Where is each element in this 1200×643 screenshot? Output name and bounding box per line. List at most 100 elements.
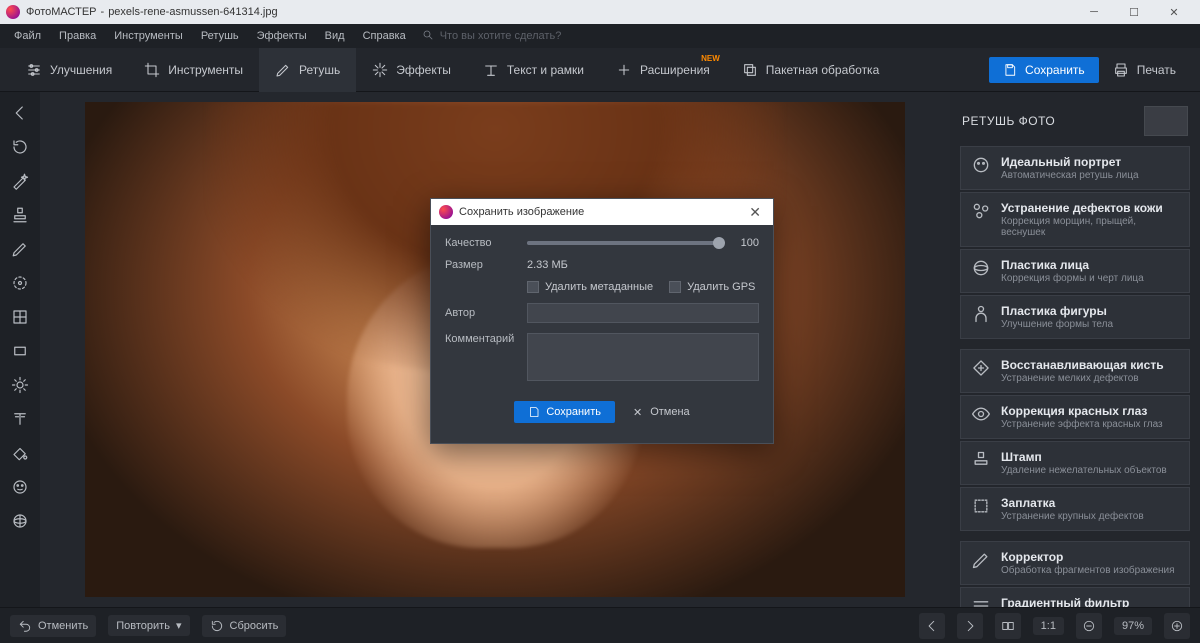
batch-icon (742, 62, 758, 78)
person-icon (971, 304, 991, 324)
face-icon (971, 155, 991, 175)
tool-brush[interactable] (5, 234, 35, 264)
tool-globe[interactable] (5, 506, 35, 536)
plus-icon (616, 62, 632, 78)
close-icon: ✕ (633, 406, 642, 419)
window-maximize-button[interactable]: ☐ (1114, 0, 1154, 24)
tool-fill[interactable] (5, 438, 35, 468)
tab-extensions[interactable]: РасширенияNEW (600, 48, 726, 92)
text-icon (483, 62, 499, 78)
menu-retouch[interactable]: Ретушь (193, 27, 247, 45)
dialog-save-button[interactable]: Сохранить (514, 401, 615, 423)
tool-target[interactable] (5, 268, 35, 298)
card-ideal-portrait[interactable]: Идеальный портретАвтоматическая ретушь л… (960, 146, 1190, 190)
tab-retouch[interactable]: Ретушь (259, 48, 356, 92)
tool-rotate[interactable] (5, 132, 35, 162)
menu-search-input[interactable]: Что вы хотите сделать? (440, 30, 562, 42)
delete-gps-checkbox[interactable]: Удалить GPS (669, 281, 755, 293)
quality-value: 100 (729, 237, 759, 249)
tab-tools[interactable]: Инструменты (128, 48, 259, 92)
bottom-bar: Отменить Повторить▾ Сбросить 1:1 97% (0, 607, 1200, 643)
gradient-icon (971, 596, 991, 607)
tool-stamp[interactable] (5, 200, 35, 230)
card-red-eye[interactable]: Коррекция красных глазУстранение эффекта… (960, 395, 1190, 439)
menu-view[interactable]: Вид (317, 27, 353, 45)
tab-batch[interactable]: Пакетная обработка (726, 48, 895, 92)
print-button[interactable]: Печать (1099, 56, 1190, 84)
zoom-value: 97% (1114, 617, 1152, 635)
cells-icon (971, 201, 991, 221)
app-icon (6, 5, 20, 19)
save-dialog: Сохранить изображение ✕ Качество 100 Раз… (430, 198, 774, 444)
zoom-ratio[interactable]: 1:1 (1033, 617, 1064, 635)
main-toolbar: Улучшения Инструменты Ретушь Эффекты Тек… (0, 48, 1200, 92)
card-patch[interactable]: ЗаплаткаУстранение крупных дефектов (960, 487, 1190, 531)
card-body-plastic[interactable]: Пластика фигурыУлучшение формы тела (960, 295, 1190, 339)
crop-icon (144, 62, 160, 78)
tool-text[interactable] (5, 404, 35, 434)
delete-metadata-checkbox[interactable]: Удалить метаданные (527, 281, 653, 293)
window-minimize-button[interactable]: ─ (1074, 0, 1114, 24)
patch-icon (971, 496, 991, 516)
quality-label: Качество (445, 237, 517, 249)
tool-back[interactable] (5, 98, 35, 128)
eye-icon (971, 404, 991, 424)
window-titlebar: ФотоМАСТЕР - pexels-rene-asmussen-641314… (0, 0, 1200, 24)
stamp-icon (971, 450, 991, 470)
size-label: Размер (445, 259, 517, 271)
save-button[interactable]: Сохранить (989, 57, 1099, 83)
menu-help[interactable]: Справка (355, 27, 414, 45)
dialog-app-icon (439, 205, 453, 219)
chevron-down-icon: ▾ (176, 619, 182, 632)
dialog-cancel-button[interactable]: ✕Отмена (633, 401, 690, 423)
search-icon (422, 29, 434, 44)
nav-next-button[interactable] (957, 613, 983, 639)
tab-effects[interactable]: Эффекты (356, 48, 467, 92)
menubar: Файл Правка Инструменты Ретушь Эффекты В… (0, 24, 1200, 48)
panel-title: РЕТУШЬ ФОТО (962, 114, 1055, 128)
tool-grid[interactable] (5, 302, 35, 332)
dialog-close-button[interactable]: ✕ (745, 204, 765, 221)
menu-tools[interactable]: Инструменты (106, 27, 191, 45)
tool-wand[interactable] (5, 166, 35, 196)
heal-icon (971, 358, 991, 378)
brush-icon (275, 62, 291, 78)
author-label: Автор (445, 307, 517, 319)
compare-button[interactable] (995, 613, 1021, 639)
retouch-panel: РЕТУШЬ ФОТО Идеальный портретАвтоматичес… (950, 92, 1200, 607)
new-badge: NEW (701, 54, 720, 63)
brush2-icon (971, 550, 991, 570)
card-face-plastic[interactable]: Пластика лицаКоррекция формы и черт лица (960, 249, 1190, 293)
author-input[interactable] (527, 303, 759, 323)
comment-textarea[interactable] (527, 333, 759, 381)
dialog-titlebar: Сохранить изображение ✕ (431, 199, 773, 225)
left-toolbox (0, 92, 40, 607)
tool-face[interactable] (5, 472, 35, 502)
menu-effects[interactable]: Эффекты (249, 27, 315, 45)
quality-slider[interactable] (527, 241, 719, 245)
zoom-out-button[interactable] (1076, 613, 1102, 639)
zoom-in-button[interactable] (1164, 613, 1190, 639)
redo-button[interactable]: Повторить▾ (108, 615, 189, 636)
tab-enhance[interactable]: Улучшения (10, 48, 128, 92)
comment-label: Комментарий (445, 333, 517, 345)
sliders-icon (26, 62, 42, 78)
tab-text-frames[interactable]: Текст и рамки (467, 48, 600, 92)
card-healing-brush[interactable]: Восстанавливающая кистьУстранение мелких… (960, 349, 1190, 393)
reset-button[interactable]: Сбросить (202, 615, 287, 637)
file-name: pexels-rene-asmussen-641314.jpg (108, 6, 277, 18)
card-gradient-filter[interactable]: Градиентный фильтрУлучшение пейзажных фо… (960, 587, 1190, 607)
nav-prev-button[interactable] (919, 613, 945, 639)
panel-thumbnail (1144, 106, 1188, 136)
menu-edit[interactable]: Правка (51, 27, 104, 45)
undo-button[interactable]: Отменить (10, 615, 96, 637)
window-close-button[interactable]: ✕ (1154, 0, 1194, 24)
menu-file[interactable]: Файл (6, 27, 49, 45)
globe-icon (971, 258, 991, 278)
card-corrector[interactable]: КорректорОбработка фрагментов изображени… (960, 541, 1190, 585)
card-skin-defects[interactable]: Устранение дефектов кожиКоррекция морщин… (960, 192, 1190, 247)
tool-rect[interactable] (5, 336, 35, 366)
card-stamp[interactable]: ШтампУдаление нежелательных объектов (960, 441, 1190, 485)
app-name: ФотоМАСТЕР (26, 6, 97, 18)
tool-sun[interactable] (5, 370, 35, 400)
